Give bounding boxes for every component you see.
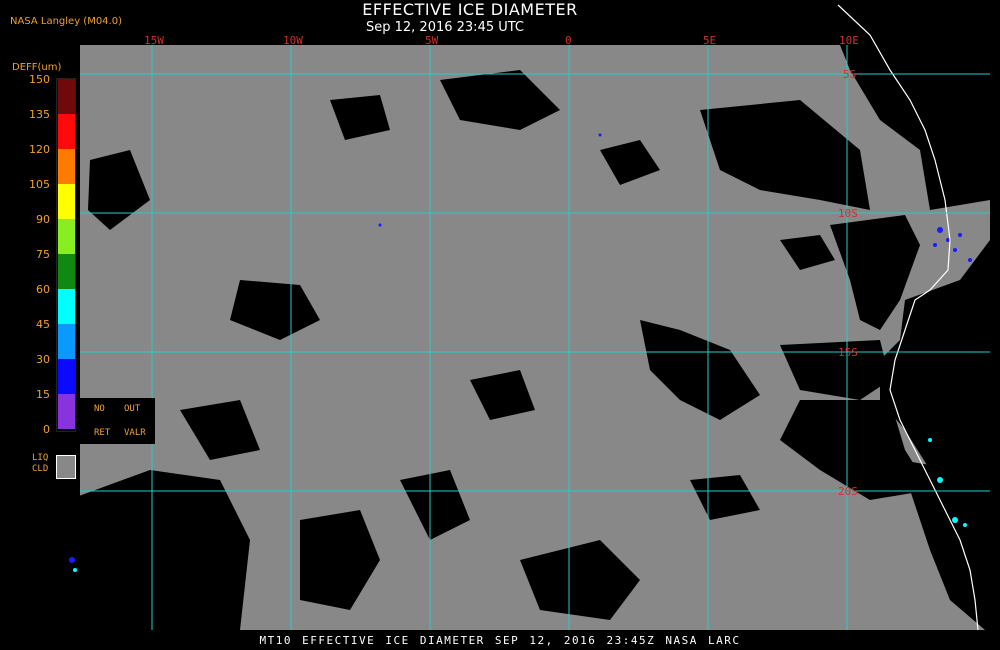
lon-label-10w: 10W: [283, 34, 303, 47]
legend-tick-label: 75: [36, 248, 50, 261]
legend-tick-label: 135: [29, 108, 50, 121]
footer-caption: MT10 EFFECTIVE ICE DIAMETER SEP 12, 2016…: [259, 634, 741, 647]
lon-label-5e: 5E: [703, 34, 717, 47]
lat-label-5s: 5S: [843, 68, 857, 81]
legend-title: DEFF(um): [12, 62, 62, 73]
lat-label-10s: 10S: [838, 207, 858, 220]
map-timestamp: Sep 12, 2016 23:45 UTC: [365, 20, 525, 35]
liq-label-bottom: CLD: [32, 464, 49, 474]
liquid-cloud-swatch: [56, 455, 76, 479]
lon-label-0: 0: [565, 34, 572, 47]
legend-tick-label: 45: [36, 318, 50, 331]
legend-tick-label: 120: [29, 143, 50, 156]
no-ret-label-bottom: RET: [94, 428, 111, 438]
credit-label: NASA Langley (M04.0): [10, 16, 122, 27]
lat-label-15s: 15S: [838, 346, 858, 359]
lat-label-20s: 20S: [838, 485, 858, 498]
out-valr-label-top: OUT: [124, 404, 141, 414]
legend-tick-label: 150: [29, 73, 50, 86]
lon-label-5w: 5W: [425, 34, 439, 47]
legend-tick-label: 15: [36, 388, 50, 401]
legend-tick-label: 90: [36, 213, 50, 226]
no-ret-label-top: NO: [94, 404, 105, 414]
legend-tick-label: 30: [36, 353, 50, 366]
map-title: EFFECTIVE ICE DIAMETER: [362, 0, 578, 19]
lon-label-15w: 15W: [144, 34, 164, 47]
out-valr-label-bottom: VALR: [124, 428, 146, 438]
legend-tick-label: 0: [43, 423, 50, 436]
liq-label-top: LIQ: [32, 453, 49, 463]
satellite-map: [0, 0, 1000, 650]
legend-frame: [56, 78, 76, 432]
lon-label-10e: 10E: [839, 34, 859, 47]
legend-tick-label: 60: [36, 283, 50, 296]
legend-tick-label: 105: [29, 178, 50, 191]
